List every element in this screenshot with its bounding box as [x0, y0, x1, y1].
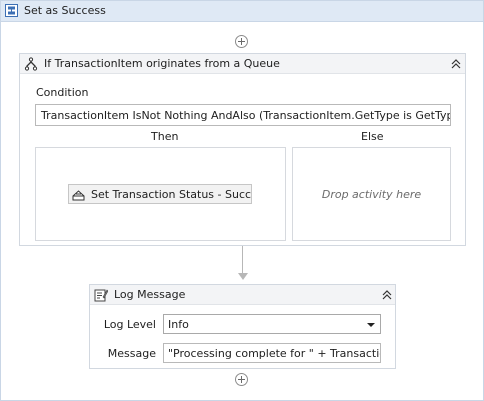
log-message-title: Log Message: [114, 288, 186, 301]
if-activity[interactable]: If TransactionItem originates from a Que…: [19, 53, 466, 246]
sequence-title: Set as Success: [24, 4, 106, 17]
drop-activity-placeholder: Drop activity here: [321, 188, 422, 201]
flow-connector: [242, 246, 243, 274]
log-message-activity[interactable]: Log Message Log Level Info Message "Proc…: [89, 284, 396, 369]
then-branch[interactable]: Set Transaction Status - Success: [35, 147, 286, 241]
transaction-status-icon: [72, 190, 85, 201]
log-level-value: Info: [168, 318, 189, 331]
if-activity-title: If TransactionItem originates from a Que…: [44, 57, 280, 70]
log-message-icon: [94, 289, 108, 302]
else-label: Else: [361, 130, 384, 143]
flow-arrow-icon: [238, 273, 248, 280]
then-label: Then: [151, 130, 179, 143]
message-input[interactable]: "Processing complete for " + Transaction…: [163, 343, 381, 363]
collapse-if-icon[interactable]: [450, 58, 462, 70]
else-branch[interactable]: Drop activity here: [292, 147, 451, 241]
chevron-down-icon[interactable]: [367, 323, 375, 327]
if-icon: [24, 57, 38, 71]
sequence-icon: [5, 4, 18, 17]
log-message-header[interactable]: Log Message: [90, 285, 395, 305]
sequence-container[interactable]: Set as Success If TransactionItem origin…: [0, 0, 484, 401]
add-activity-top-icon[interactable]: [235, 35, 248, 48]
collapse-log-icon[interactable]: [381, 289, 393, 301]
sequence-header[interactable]: Set as Success: [1, 1, 483, 22]
log-level-label: Log Level: [103, 318, 156, 331]
set-transaction-status-label: Set Transaction Status - Success: [91, 188, 252, 201]
add-activity-bottom-icon[interactable]: [235, 373, 248, 386]
log-level-select[interactable]: Info: [163, 314, 381, 334]
set-transaction-status-activity[interactable]: Set Transaction Status - Success: [68, 184, 252, 204]
if-activity-header[interactable]: If TransactionItem originates from a Que…: [20, 54, 465, 74]
message-label: Message: [107, 347, 156, 360]
condition-label: Condition: [36, 86, 89, 99]
condition-input[interactable]: TransactionItem IsNot Nothing AndAlso (T…: [35, 104, 451, 126]
